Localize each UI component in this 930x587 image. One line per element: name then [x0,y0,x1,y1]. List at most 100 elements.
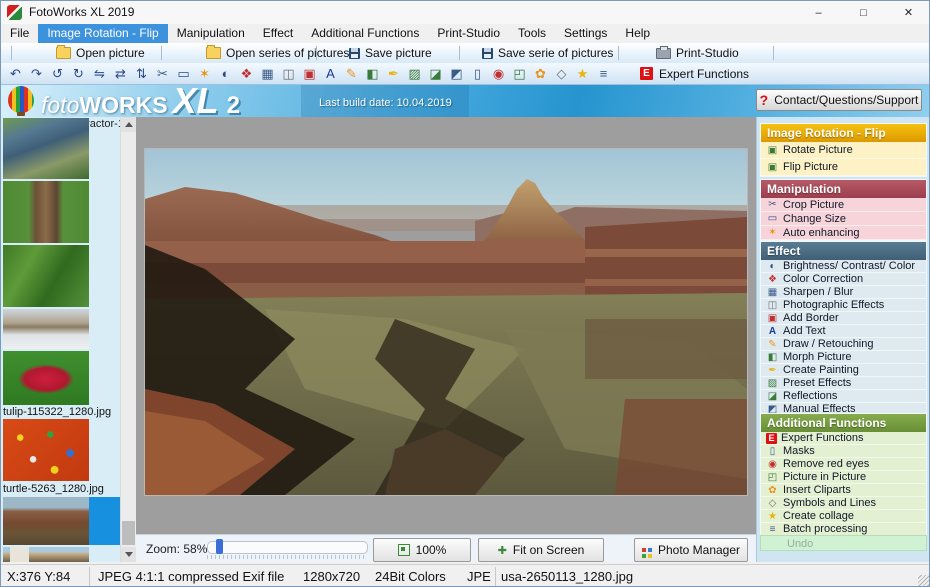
sharpen-blur-item[interactable]: ▦ Sharpen / Blur [761,286,926,299]
expert-functions-item[interactable]: E Expert Functions [761,432,926,445]
photographic-effects-icon[interactable]: ◫ [280,65,297,83]
morph-picture-icon[interactable]: ◧ [364,65,381,83]
scroll-up-icon[interactable] [121,117,136,132]
sharpen-blur-icon[interactable]: ▦ [259,65,276,83]
save-serie-button[interactable]: Save serie of pictures [482,43,613,63]
thumbnail-grand-canyon-selected[interactable] [3,497,121,545]
draw-retouching-item[interactable]: ✎ Draw / Retouching [761,338,926,351]
thumbnail-snowy-trees[interactable] [3,309,89,349]
menu-print-studio[interactable]: Print-Studio [428,24,509,43]
reflections-item[interactable]: ◪ Reflections [761,390,926,403]
color-correction-icon[interactable]: ❖ [238,65,255,83]
thumbnail-tulip[interactable] [3,351,89,405]
thumbnail-scrollbar[interactable] [120,117,136,562]
minimize-button[interactable]: – [796,1,841,24]
remove-red-eyes-icon[interactable]: ◉ [490,65,507,83]
photographic-effects-item[interactable]: ◫ Photographic Effects [761,299,926,312]
picture-in-picture-item[interactable]: ◰ Picture in Picture [761,471,926,484]
add-border-icon[interactable]: ▣ [301,65,318,83]
masks-icon[interactable]: ▯ [469,65,486,83]
zoom-100-icon [398,544,410,556]
menu-manipulation[interactable]: Manipulation [168,24,254,43]
reflections-icon[interactable]: ◪ [427,65,444,83]
undo-button[interactable]: Undo [760,535,927,551]
draw-retouching-icon[interactable]: ✎ [343,65,360,83]
thumbnail-city[interactable] [3,547,89,562]
menu-tools[interactable]: Tools [509,24,555,43]
rotate-180-icon[interactable]: ⇋ [91,65,108,83]
batch-processing-icon[interactable]: ≡ [595,65,612,83]
create-painting-label: Create Painting [783,364,859,376]
rotate-free-cw-icon[interactable]: ↻ [70,65,87,83]
picture-in-picture-icon: ◰ [766,472,779,483]
manual-effects-icon[interactable]: ◩ [448,65,465,83]
crop-icon[interactable]: ✂ [154,65,171,83]
thumbnail-foliage[interactable] [3,245,89,307]
add-text-item[interactable]: A Add Text [761,325,926,338]
create-collage-icon[interactable]: ★ [574,65,591,83]
zoom-slider-thumb[interactable] [216,539,223,554]
print-studio-button[interactable]: Print-Studio [656,43,739,63]
fit-on-screen-button[interactable]: ✚ Fit on Screen [478,538,604,562]
picture-in-picture-icon[interactable]: ◰ [511,65,528,83]
auto-enhancing-label: Auto enhancing [783,227,859,239]
zoom-slider[interactable] [207,541,368,554]
brightness-contrast-icon[interactable]: ◐ [217,65,234,83]
masks-item[interactable]: ▯ Masks [761,445,926,458]
create-painting-item[interactable]: ✒ Create Painting [761,364,926,377]
insert-cliparts-icon[interactable]: ✿ [532,65,549,83]
symbols-lines-icon[interactable]: ◇ [553,65,570,83]
auto-enhancing-item[interactable]: ✶ Auto enhancing [761,226,926,240]
rotate-free-ccw-icon[interactable]: ↺ [49,65,66,83]
color-correction-item[interactable]: ❖ Color Correction [761,273,926,286]
create-painting-icon[interactable]: ✒ [385,65,402,83]
symbols-lines-item[interactable]: ◇ Symbols and Lines [761,497,926,510]
brightness-contrast-item[interactable]: ◐ Brightness/ Contrast/ Color [761,260,926,273]
rotate-left-icon[interactable]: ↶ [7,65,24,83]
close-button[interactable]: ✕ [886,1,930,24]
flip-vertical-icon[interactable]: ⇅ [133,65,150,83]
editor-canvas[interactable] [136,117,756,534]
resize-grip[interactable] [918,575,930,587]
scrollbar-thumb[interactable] [122,521,135,545]
open-series-button[interactable]: Open series of pictures [206,43,349,63]
thumbnail-tractor[interactable] [3,118,89,179]
expert-functions-button[interactable]: E Expert Functions [640,67,749,81]
open-picture-button[interactable]: Open picture [56,43,145,63]
remove-red-eyes-item[interactable]: ◉ Remove red eyes [761,458,926,471]
save-picture-button[interactable]: Save picture [349,43,432,63]
scroll-down-icon[interactable] [121,547,136,562]
maximize-button[interactable]: □ [841,1,886,24]
preset-effects-item[interactable]: ▨ Preset Effects [761,377,926,390]
flip-horizontal-icon[interactable]: ⇄ [112,65,129,83]
thumbnail-tree-trunk[interactable] [3,181,89,243]
file-type: JPE [467,569,491,584]
add-border-item[interactable]: ▣ Add Border [761,312,926,325]
zoom-100-button[interactable]: 100% [373,538,471,562]
photo-manager-button[interactable]: Photo Manager [634,538,748,562]
morph-picture-item[interactable]: ◧ Morph Picture [761,351,926,364]
open-photo-grand-canyon[interactable] [144,148,748,496]
support-label: Contact/Questions/Support [774,93,918,107]
support-button[interactable]: ? Contact/Questions/Support [756,89,922,111]
crop-picture-item[interactable]: ✂ Crop Picture [761,198,926,212]
flip-picture-item[interactable]: ▣ Flip Picture [761,159,926,176]
menu-image-rotation-flip[interactable]: Image Rotation - Flip [38,24,167,43]
auto-enhancing-icon: ✶ [766,227,779,238]
menu-settings[interactable]: Settings [555,24,616,43]
rotate-right-icon[interactable]: ↷ [28,65,45,83]
create-collage-item[interactable]: ★ Create collage [761,510,926,523]
menu-additional-functions[interactable]: Additional Functions [302,24,428,43]
rotate-picture-item[interactable]: ▣ Rotate Picture [761,142,926,159]
insert-cliparts-item[interactable]: ✿ Insert Cliparts [761,484,926,497]
preset-effects-icon[interactable]: ▨ [406,65,423,83]
create-painting-icon: ✒ [766,365,779,376]
toolbar-separator [618,46,619,60]
menu-effect[interactable]: Effect [254,24,302,43]
menu-file[interactable]: File [1,24,38,43]
batch-processing-icon: ≡ [766,524,779,535]
thumbnail-turtle[interactable] [3,419,89,481]
menu-help[interactable]: Help [616,24,659,43]
change-size-item[interactable]: ▭ Change Size [761,212,926,226]
add-text-icon[interactable]: A [322,65,339,83]
